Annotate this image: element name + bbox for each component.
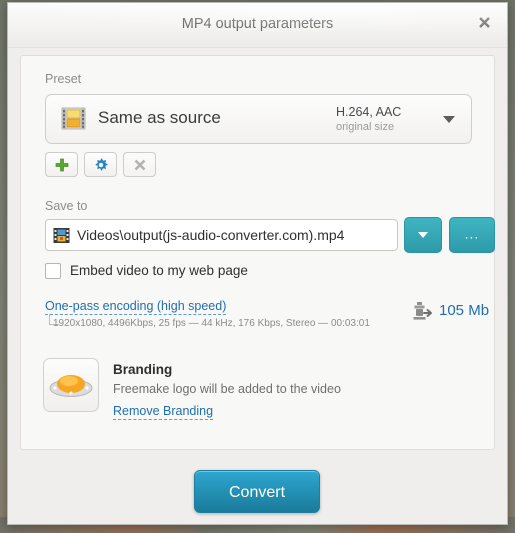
output-path-input[interactable]: Videos\output(js-audio-converter.com).mp… [45,219,398,251]
preset-name: Same as source [98,108,221,127]
film-strip-icon [61,107,86,130]
gear-icon [95,158,107,170]
dialog-title: MP4 output parameters [181,16,334,32]
preset-selector[interactable]: Same as source H.264, AAC original size [45,94,472,144]
browse-button[interactable]: ... [449,217,495,253]
encoding-details: 1920x1080, 4496Kbps, 25 fps — 44 kHz, 17… [53,318,370,329]
delete-preset-button [123,152,156,177]
plus-icon [55,158,68,171]
output-parameters-dialog: MP4 output parameters Preset Same as sou… [7,2,508,525]
chevron-down-icon [443,116,455,123]
dialog-titlebar: MP4 output parameters [8,3,507,48]
output-path-value: Videos\output(js-audio-converter.com).mp… [77,227,345,243]
freemake-logo-icon [49,375,93,397]
encoding-mode-link[interactable]: One-pass encoding (high speed) [45,299,227,315]
add-preset-button[interactable] [45,152,78,177]
parameters-panel: Preset Same as source H.264, AAC origina… [20,55,495,450]
browse-label: ... [464,225,480,242]
close-icon[interactable] [473,14,495,36]
branding-description: Freemake logo will be added to the video [113,382,341,396]
preset-codec: H.264, AAC [336,105,402,119]
output-size-value: 105 Mb [439,302,490,319]
path-dropdown-button[interactable] [404,217,442,253]
preset-size: original size [336,121,395,133]
media-file-icon [53,228,70,243]
branding-icon-box [43,358,99,412]
convert-button[interactable]: Convert [194,470,320,513]
remove-branding-link[interactable]: Remove Branding [113,404,214,420]
preset-label: Preset [45,72,82,86]
chevron-down-icon [418,232,428,238]
embed-video-label: Embed video to my web page [70,263,248,278]
edit-preset-button[interactable] [84,152,117,177]
close-x-glyph [478,17,490,28]
compress-export-icon [413,302,432,320]
close-x-icon [134,159,145,170]
branding-title: Branding [113,362,173,377]
save-to-label: Save to [45,199,88,213]
embed-video-checkbox[interactable] [45,263,61,279]
